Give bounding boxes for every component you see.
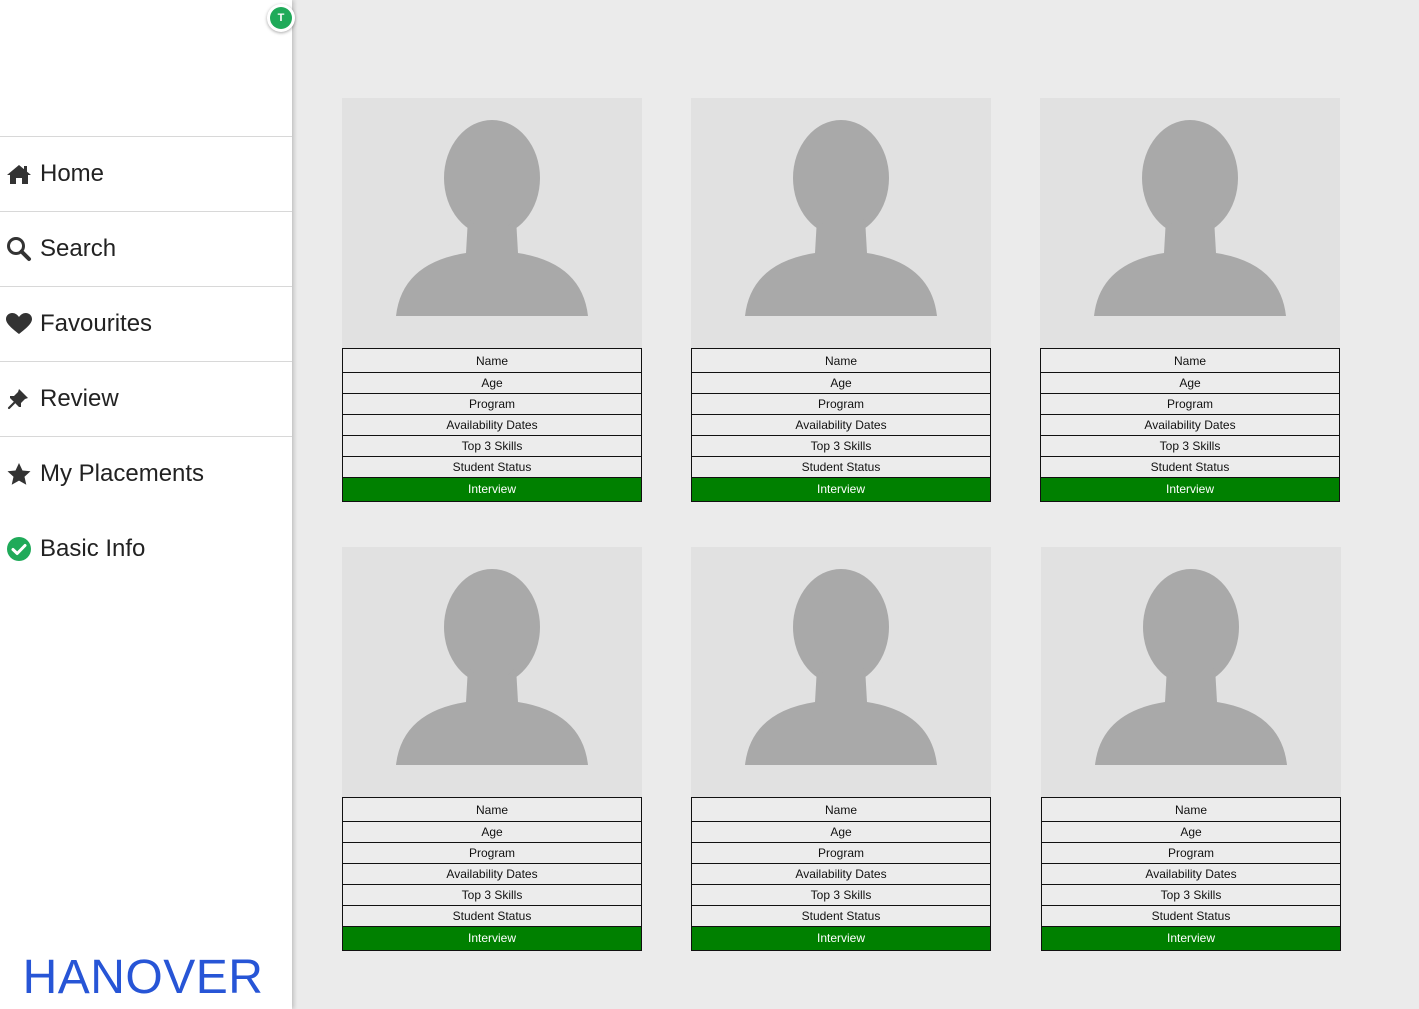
field-program: Program xyxy=(1042,842,1340,863)
student-photo xyxy=(1040,98,1340,348)
student-photo xyxy=(342,547,642,797)
student-card: Name Age Program Availability Dates Top … xyxy=(342,547,642,951)
person-placeholder-icon xyxy=(1094,120,1286,316)
user-avatar-initial: T xyxy=(270,7,292,29)
field-top-skills: Top 3 Skills xyxy=(692,884,990,905)
field-top-skills: Top 3 Skills xyxy=(1041,435,1339,456)
field-name: Name xyxy=(692,797,990,821)
field-program: Program xyxy=(692,393,990,414)
student-card: Name Age Program Availability Dates Top … xyxy=(1040,98,1340,502)
sidebar-item-label: Basic Info xyxy=(40,535,146,562)
person-placeholder-icon xyxy=(396,120,588,316)
field-student-status: Student Status xyxy=(1041,456,1339,477)
brand-logo-text: HANOVER xyxy=(22,951,264,1004)
field-student-status: Student Status xyxy=(692,905,990,926)
field-age: Age xyxy=(343,372,641,393)
student-photo xyxy=(691,547,991,797)
sidebar-item-review[interactable]: Review xyxy=(0,361,292,436)
sidebar-item-label: My Placements xyxy=(40,460,205,487)
field-program: Program xyxy=(343,393,641,414)
field-name: Name xyxy=(343,348,641,372)
field-program: Program xyxy=(343,842,641,863)
field-age: Age xyxy=(692,372,990,393)
home-icon xyxy=(0,162,40,186)
field-name: Name xyxy=(1041,348,1339,372)
student-card: Name Age Program Availability Dates Top … xyxy=(342,98,642,502)
field-age: Age xyxy=(343,821,641,842)
field-student-status: Student Status xyxy=(692,456,990,477)
sidebar: T Home Search Favourites Review My Place… xyxy=(0,0,295,1009)
sidebar-item-home[interactable]: Home xyxy=(0,136,292,211)
field-name: Name xyxy=(692,348,990,372)
sidebar-item-label: Home xyxy=(40,160,105,187)
field-program: Program xyxy=(692,842,990,863)
sidebar-item-favourites[interactable]: Favourites xyxy=(0,286,292,361)
field-age: Age xyxy=(692,821,990,842)
person-placeholder-icon xyxy=(396,569,588,765)
sidebar-item-label: Review xyxy=(40,385,119,412)
student-card: Name Age Program Availability Dates Top … xyxy=(1041,547,1341,951)
star-icon xyxy=(0,462,40,486)
field-top-skills: Top 3 Skills xyxy=(692,435,990,456)
check-circle-icon xyxy=(0,537,40,561)
field-availability-dates: Availability Dates xyxy=(343,414,641,435)
sidebar-item-basic-info[interactable]: Basic Info xyxy=(0,511,292,586)
field-name: Name xyxy=(343,797,641,821)
field-age: Age xyxy=(1042,821,1340,842)
field-student-status: Student Status xyxy=(1042,905,1340,926)
student-fields: Name Age Program Availability Dates Top … xyxy=(342,348,642,502)
field-top-skills: Top 3 Skills xyxy=(343,884,641,905)
student-fields: Name Age Program Availability Dates Top … xyxy=(342,797,642,951)
student-fields: Name Age Program Availability Dates Top … xyxy=(1040,348,1340,502)
student-fields: Name Age Program Availability Dates Top … xyxy=(691,348,991,502)
field-top-skills: Top 3 Skills xyxy=(1042,884,1340,905)
heart-icon xyxy=(0,312,40,336)
field-availability-dates: Availability Dates xyxy=(1041,414,1339,435)
sidebar-nav: Home Search Favourites Review My Placeme… xyxy=(0,136,292,586)
student-card: Name Age Program Availability Dates Top … xyxy=(691,98,991,502)
user-avatar[interactable]: T xyxy=(267,4,295,32)
field-availability-dates: Availability Dates xyxy=(692,863,990,884)
sidebar-item-label: Favourites xyxy=(40,310,153,337)
student-photo xyxy=(691,98,991,348)
field-age: Age xyxy=(1041,372,1339,393)
sidebar-item-label: Search xyxy=(40,235,117,262)
field-top-skills: Top 3 Skills xyxy=(343,435,641,456)
field-program: Program xyxy=(1041,393,1339,414)
interview-button[interactable]: Interview xyxy=(1042,926,1340,950)
student-fields: Name Age Program Availability Dates Top … xyxy=(691,797,991,951)
person-placeholder-icon xyxy=(1095,569,1287,765)
field-student-status: Student Status xyxy=(343,456,641,477)
field-student-status: Student Status xyxy=(343,905,641,926)
field-availability-dates: Availability Dates xyxy=(343,863,641,884)
field-availability-dates: Availability Dates xyxy=(692,414,990,435)
interview-button[interactable]: Interview xyxy=(343,926,641,950)
interview-button[interactable]: Interview xyxy=(343,477,641,501)
sidebar-item-my-placements[interactable]: My Placements xyxy=(0,436,292,511)
student-photo xyxy=(342,98,642,348)
search-icon xyxy=(0,237,40,261)
pin-icon xyxy=(0,387,40,411)
student-fields: Name Age Program Availability Dates Top … xyxy=(1041,797,1341,951)
student-photo xyxy=(1041,547,1341,797)
person-placeholder-icon xyxy=(745,120,937,316)
interview-button[interactable]: Interview xyxy=(692,477,990,501)
student-card: Name Age Program Availability Dates Top … xyxy=(691,547,991,951)
sidebar-item-search[interactable]: Search xyxy=(0,211,292,286)
interview-button[interactable]: Interview xyxy=(1041,477,1339,501)
field-name: Name xyxy=(1042,797,1340,821)
field-availability-dates: Availability Dates xyxy=(1042,863,1340,884)
interview-button[interactable]: Interview xyxy=(692,926,990,950)
person-placeholder-icon xyxy=(745,569,937,765)
